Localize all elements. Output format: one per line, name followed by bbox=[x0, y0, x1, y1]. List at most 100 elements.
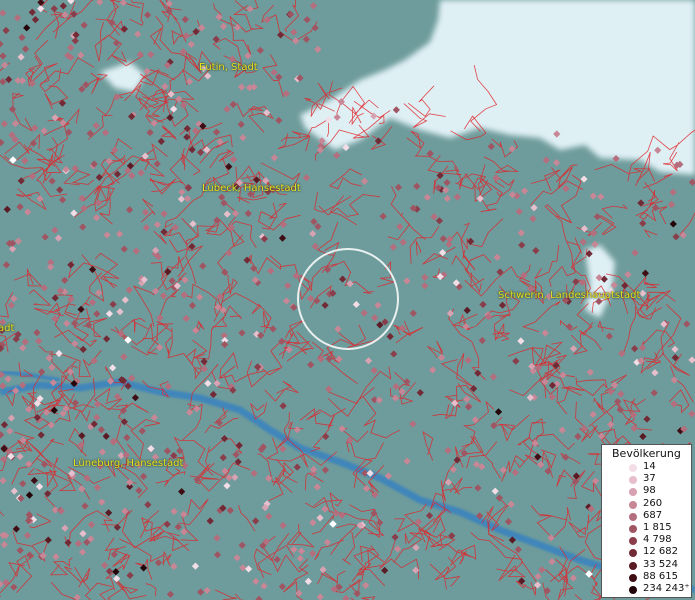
population-marker[interactable] bbox=[51, 315, 59, 323]
population-marker[interactable] bbox=[3, 205, 11, 213]
population-marker[interactable] bbox=[370, 509, 378, 517]
population-marker[interactable] bbox=[309, 230, 317, 238]
population-marker[interactable] bbox=[641, 269, 649, 277]
population-marker[interactable] bbox=[0, 455, 8, 463]
population-marker[interactable] bbox=[102, 432, 110, 440]
population-marker[interactable] bbox=[273, 555, 281, 564]
population-marker[interactable] bbox=[203, 586, 211, 595]
population-marker[interactable] bbox=[48, 177, 56, 185]
population-marker[interactable] bbox=[0, 138, 5, 147]
population-marker[interactable] bbox=[78, 485, 86, 493]
population-marker[interactable] bbox=[396, 223, 404, 231]
population-marker[interactable] bbox=[617, 390, 625, 398]
population-marker[interactable] bbox=[4, 375, 12, 383]
population-marker[interactable] bbox=[309, 519, 317, 527]
population-marker[interactable] bbox=[168, 277, 176, 285]
population-marker[interactable] bbox=[362, 581, 370, 589]
population-marker[interactable] bbox=[97, 426, 105, 434]
population-marker[interactable] bbox=[669, 220, 677, 228]
population-marker[interactable] bbox=[62, 165, 70, 174]
population-marker[interactable] bbox=[147, 445, 155, 453]
population-marker[interactable] bbox=[530, 204, 538, 212]
population-marker[interactable] bbox=[95, 289, 103, 297]
population-marker[interactable] bbox=[631, 249, 639, 257]
population-marker[interactable] bbox=[55, 349, 63, 358]
population-marker[interactable] bbox=[439, 235, 447, 243]
population-marker[interactable] bbox=[317, 355, 325, 363]
population-marker[interactable] bbox=[125, 206, 134, 214]
population-marker[interactable] bbox=[28, 79, 36, 88]
population-marker[interactable] bbox=[63, 319, 71, 327]
population-marker[interactable] bbox=[131, 394, 140, 402]
population-marker[interactable] bbox=[639, 219, 647, 227]
population-marker[interactable] bbox=[33, 328, 41, 337]
population-marker[interactable] bbox=[46, 263, 55, 271]
population-marker[interactable] bbox=[159, 292, 168, 300]
population-marker[interactable] bbox=[275, 116, 283, 125]
population-marker[interactable] bbox=[54, 234, 63, 242]
population-marker[interactable] bbox=[342, 594, 350, 600]
population-marker[interactable] bbox=[116, 308, 124, 316]
population-marker[interactable] bbox=[170, 562, 178, 571]
population-marker[interactable] bbox=[50, 406, 58, 414]
population-marker[interactable] bbox=[630, 345, 639, 353]
population-marker[interactable] bbox=[252, 577, 260, 585]
population-marker[interactable] bbox=[507, 500, 515, 508]
population-marker[interactable] bbox=[688, 410, 695, 418]
population-marker[interactable] bbox=[25, 405, 33, 413]
population-marker[interactable] bbox=[126, 478, 134, 487]
population-marker[interactable] bbox=[16, 546, 24, 554]
population-marker[interactable] bbox=[296, 554, 304, 563]
population-marker[interactable] bbox=[213, 551, 222, 559]
population-marker[interactable] bbox=[671, 345, 679, 353]
population-marker[interactable] bbox=[279, 521, 287, 530]
population-marker[interactable] bbox=[464, 356, 472, 364]
population-marker[interactable] bbox=[515, 207, 523, 216]
population-marker[interactable] bbox=[413, 182, 421, 190]
population-marker[interactable] bbox=[399, 238, 407, 246]
population-marker[interactable] bbox=[37, 431, 45, 439]
population-marker[interactable] bbox=[552, 158, 561, 167]
population-marker[interactable] bbox=[597, 193, 605, 201]
population-marker[interactable] bbox=[639, 432, 647, 441]
population-marker[interactable] bbox=[154, 559, 163, 567]
population-marker[interactable] bbox=[189, 220, 197, 228]
population-marker[interactable] bbox=[116, 230, 124, 238]
population-marker[interactable] bbox=[409, 309, 417, 317]
population-marker[interactable] bbox=[206, 517, 214, 525]
population-marker[interactable] bbox=[93, 413, 101, 422]
population-marker[interactable] bbox=[176, 447, 184, 455]
population-marker[interactable] bbox=[360, 309, 368, 317]
population-marker[interactable] bbox=[591, 477, 600, 485]
population-marker[interactable] bbox=[64, 539, 72, 547]
population-marker[interactable] bbox=[275, 73, 283, 81]
population-marker[interactable] bbox=[81, 502, 89, 510]
population-marker[interactable] bbox=[58, 196, 67, 204]
population-marker[interactable] bbox=[314, 222, 322, 231]
population-marker[interactable] bbox=[463, 306, 471, 314]
population-marker[interactable] bbox=[307, 361, 315, 369]
population-marker[interactable] bbox=[225, 249, 233, 257]
population-marker[interactable] bbox=[589, 229, 598, 237]
population-marker[interactable] bbox=[56, 186, 64, 194]
population-marker[interactable] bbox=[391, 533, 399, 541]
population-marker[interactable] bbox=[11, 119, 20, 128]
population-marker[interactable] bbox=[25, 491, 34, 499]
population-marker[interactable] bbox=[683, 320, 691, 328]
population-marker[interactable] bbox=[346, 280, 354, 288]
population-marker[interactable] bbox=[119, 0, 127, 7]
population-marker[interactable] bbox=[559, 371, 567, 379]
population-marker[interactable] bbox=[624, 270, 632, 279]
population-marker[interactable] bbox=[562, 185, 570, 193]
population-marker[interactable] bbox=[105, 509, 113, 517]
population-marker[interactable] bbox=[0, 431, 5, 439]
population-marker[interactable] bbox=[688, 178, 695, 186]
population-marker[interactable] bbox=[398, 324, 406, 332]
population-marker[interactable] bbox=[0, 9, 7, 17]
population-marker[interactable] bbox=[279, 220, 287, 229]
population-marker[interactable] bbox=[85, 321, 93, 329]
population-marker[interactable] bbox=[226, 506, 234, 515]
population-marker[interactable] bbox=[67, 43, 75, 52]
population-marker[interactable] bbox=[215, 419, 223, 427]
population-marker[interactable] bbox=[6, 427, 14, 435]
